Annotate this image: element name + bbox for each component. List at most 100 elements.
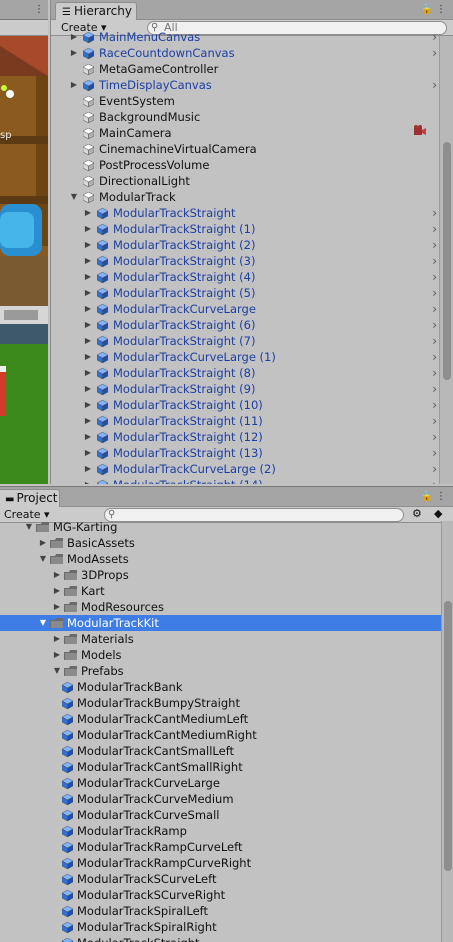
open-prefab-chevron-icon[interactable]: › <box>432 77 437 93</box>
hierarchy-row[interactable]: BackgroundMusic <box>51 109 439 125</box>
hierarchy-row[interactable]: ▶ ModularTrackStraight (4) › <box>51 269 439 285</box>
open-prefab-chevron-icon[interactable]: › <box>432 381 437 397</box>
project-folder-row[interactable]: ▶ Materials <box>0 631 441 647</box>
hierarchy-row[interactable]: DirectionalLight <box>51 173 439 189</box>
project-folder-row[interactable]: ▶ 3DProps <box>0 567 441 583</box>
collapsed-arrow-icon[interactable]: ▶ <box>52 567 62 583</box>
project-asset-row[interactable]: ModularTrackSCurveRight <box>0 887 441 903</box>
open-prefab-chevron-icon[interactable]: › <box>432 349 437 365</box>
collapsed-arrow-icon[interactable]: ▶ <box>83 269 93 285</box>
collapsed-arrow-icon[interactable]: ▶ <box>38 535 48 551</box>
project-scrollbar[interactable] <box>441 521 453 942</box>
collapsed-arrow-icon[interactable]: ▶ <box>83 253 93 269</box>
open-prefab-chevron-icon[interactable]: › <box>432 253 437 269</box>
hierarchy-row[interactable]: ▶ ModularTrackStraight (14) › <box>51 477 439 484</box>
open-prefab-chevron-icon[interactable]: › <box>432 301 437 317</box>
collapsed-arrow-icon[interactable]: ▶ <box>69 29 79 45</box>
project-scroll-thumb[interactable] <box>444 601 452 871</box>
open-prefab-chevron-icon[interactable]: › <box>432 333 437 349</box>
project-folder-row[interactable]: ▼ Prefabs <box>0 663 441 679</box>
project-lock-menu-icon[interactable]: 🔒⋮ <box>421 491 449 502</box>
hierarchy-row[interactable]: ▶ ModularTrackStraight (9) › <box>51 381 439 397</box>
open-prefab-chevron-icon[interactable]: › <box>432 445 437 461</box>
project-asset-row[interactable]: ModularTrackCantSmallRight <box>0 759 441 775</box>
hierarchy-row[interactable]: ▶ ModularTrackStraight (11) › <box>51 413 439 429</box>
project-asset-row[interactable]: ModularTrackCurveMedium <box>0 791 441 807</box>
project-asset-row[interactable]: ModularTrackCurveLarge <box>0 775 441 791</box>
hierarchy-row[interactable]: ▶ ModularTrackStraight (7) › <box>51 333 439 349</box>
project-asset-row[interactable]: ModularTrackBank <box>0 679 441 695</box>
collapsed-arrow-icon[interactable]: ▶ <box>52 583 62 599</box>
hierarchy-scroll-thumb[interactable] <box>443 142 451 380</box>
hierarchy-row[interactable]: ▶ ModularTrackCurveLarge (1) › <box>51 349 439 365</box>
open-prefab-chevron-icon[interactable]: › <box>432 413 437 429</box>
expanded-arrow-icon[interactable]: ▼ <box>38 551 48 567</box>
expanded-arrow-icon[interactable]: ▼ <box>52 663 62 679</box>
project-folder-row[interactable]: ▼ ModularTrackKit <box>0 615 441 631</box>
collapsed-arrow-icon[interactable]: ▶ <box>83 397 93 413</box>
collapsed-arrow-icon[interactable]: ▶ <box>83 237 93 253</box>
collapsed-arrow-icon[interactable]: ▶ <box>52 647 62 663</box>
collapsed-arrow-icon[interactable]: ▶ <box>83 381 93 397</box>
open-prefab-chevron-icon[interactable]: › <box>432 477 437 484</box>
expanded-arrow-icon[interactable]: ▼ <box>38 615 48 631</box>
expanded-arrow-icon[interactable]: ▼ <box>24 519 34 535</box>
collapsed-arrow-icon[interactable]: ▶ <box>83 285 93 301</box>
open-prefab-chevron-icon[interactable]: › <box>432 237 437 253</box>
hierarchy-row[interactable]: ▶ ModularTrackStraight (10) › <box>51 397 439 413</box>
lock-menu-icon[interactable]: 🔒⋮ <box>421 4 449 15</box>
scene-view[interactable]: ⋮ sp <box>0 0 48 484</box>
hierarchy-row[interactable]: ▶ ModularTrackStraight › <box>51 205 439 221</box>
hierarchy-row[interactable]: ▶ ModularTrackCurveLarge › <box>51 301 439 317</box>
collapsed-arrow-icon[interactable]: ▶ <box>83 461 93 477</box>
hierarchy-row[interactable]: MetaGameController <box>51 61 439 77</box>
collapsed-arrow-icon[interactable]: ▶ <box>83 301 93 317</box>
hierarchy-row[interactable]: ▶ ModularTrackStraight (5) › <box>51 285 439 301</box>
collapsed-arrow-icon[interactable]: ▶ <box>83 365 93 381</box>
hierarchy-row[interactable]: EventSystem <box>51 93 439 109</box>
hierarchy-row[interactable]: ▶ ModularTrackStraight (6) › <box>51 317 439 333</box>
hierarchy-row[interactable]: ▶ MainMenuCanvas › <box>51 29 439 45</box>
open-prefab-chevron-icon[interactable]: › <box>432 221 437 237</box>
open-prefab-chevron-icon[interactable]: › <box>432 397 437 413</box>
hierarchy-row[interactable]: ▶ ModularTrackStraight (2) › <box>51 237 439 253</box>
collapsed-arrow-icon[interactable]: ▶ <box>83 205 93 221</box>
hierarchy-scrollbar[interactable] <box>439 36 453 484</box>
collapsed-arrow-icon[interactable]: ▶ <box>52 599 62 615</box>
open-prefab-chevron-icon[interactable]: › <box>432 269 437 285</box>
hierarchy-row[interactable]: MainCamera <box>51 125 439 141</box>
open-prefab-chevron-icon[interactable]: › <box>432 429 437 445</box>
project-folder-row[interactable]: ▼ ModAssets <box>0 551 441 567</box>
tab-project[interactable]: ▬ Project <box>0 489 60 507</box>
tab-hierarchy[interactable]: ☰ Hierarchy <box>55 2 137 20</box>
collapsed-arrow-icon[interactable]: ▶ <box>83 221 93 237</box>
project-folder-row[interactable]: ▶ ModResources <box>0 599 441 615</box>
project-asset-row[interactable]: ModularTrackCantSmallLeft <box>0 743 441 759</box>
project-asset-row[interactable]: ModularTrackCantMediumLeft <box>0 711 441 727</box>
project-asset-row[interactable]: ModularTrackBumpyStraight <box>0 695 441 711</box>
expanded-arrow-icon[interactable]: ▼ <box>69 189 79 205</box>
collapsed-arrow-icon[interactable]: ▶ <box>83 413 93 429</box>
hierarchy-row[interactable]: ▶ ModularTrackStraight (1) › <box>51 221 439 237</box>
project-asset-row[interactable]: ModularTrackStraight <box>0 935 441 942</box>
hierarchy-row[interactable]: CinemachineVirtualCamera <box>51 141 439 157</box>
project-asset-row[interactable]: ModularTrackSCurveLeft <box>0 871 441 887</box>
project-asset-row[interactable]: ModularTrackCurveSmall <box>0 807 441 823</box>
open-prefab-chevron-icon[interactable]: › <box>432 461 437 477</box>
collapsed-arrow-icon[interactable]: ▶ <box>69 77 79 93</box>
project-asset-row[interactable]: ModularTrackRampCurveRight <box>0 855 441 871</box>
collapsed-arrow-icon[interactable]: ▶ <box>52 631 62 647</box>
project-asset-row[interactable]: ModularTrackSpiralLeft <box>0 903 441 919</box>
project-folder-row[interactable]: ▶ Kart <box>0 583 441 599</box>
hierarchy-row[interactable]: ▶ ModularTrackStraight (12) › <box>51 429 439 445</box>
hierarchy-row[interactable]: ▶ ModularTrackStraight (13) › <box>51 445 439 461</box>
collapsed-arrow-icon[interactable]: ▶ <box>83 349 93 365</box>
hierarchy-row[interactable]: ▶ ModularTrackCurveLarge (2) › <box>51 461 439 477</box>
project-asset-row[interactable]: ModularTrackRampCurveLeft <box>0 839 441 855</box>
collapsed-arrow-icon[interactable]: ▶ <box>83 429 93 445</box>
collapsed-arrow-icon[interactable]: ▶ <box>83 333 93 349</box>
collapsed-arrow-icon[interactable]: ▶ <box>83 317 93 333</box>
open-prefab-chevron-icon[interactable]: › <box>432 29 437 45</box>
open-prefab-chevron-icon[interactable]: › <box>432 365 437 381</box>
collapsed-arrow-icon[interactable]: ▶ <box>69 45 79 61</box>
